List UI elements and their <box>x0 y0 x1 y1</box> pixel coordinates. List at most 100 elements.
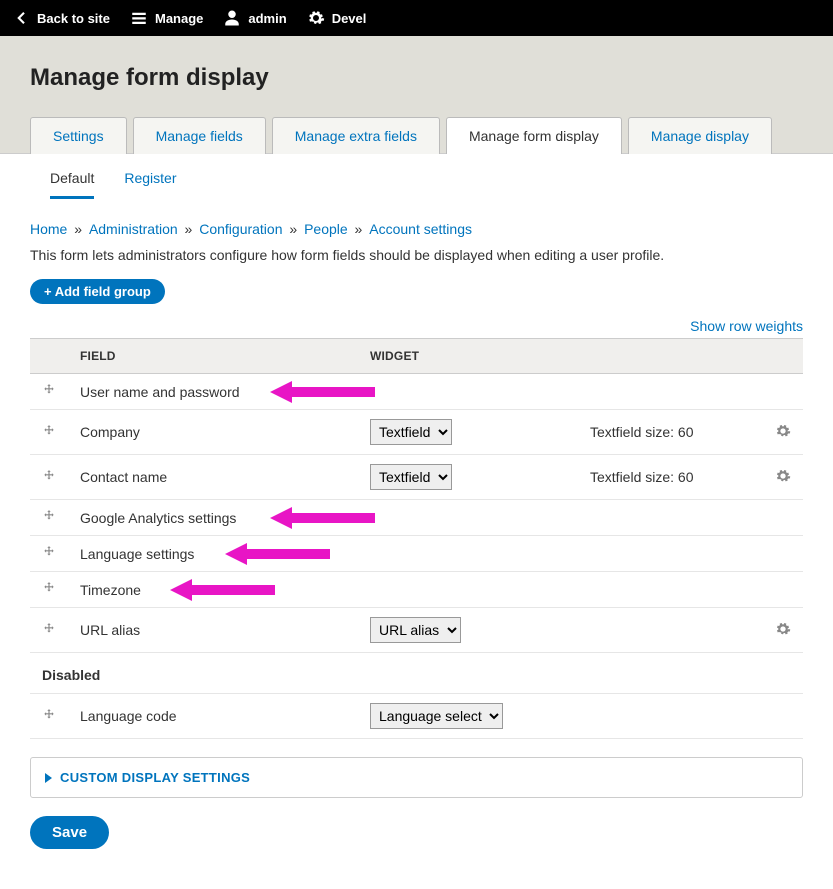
user-icon <box>223 9 241 27</box>
table-row: Timezone <box>30 572 803 608</box>
field-display-table: FIELD WIDGET User name and passwordCompa… <box>30 338 803 739</box>
admin-toolbar: Back to site Manage admin Devel <box>0 0 833 36</box>
field-label: Timezone <box>68 572 358 608</box>
drag-handle-icon[interactable] <box>30 694 68 739</box>
drag-handle-icon[interactable] <box>30 500 68 536</box>
disabled-section-row: Disabled <box>30 653 803 694</box>
table-row: Contact name Textfield Textfield size: 60 <box>30 455 803 500</box>
custom-display-label: CUSTOM DISPLAY SETTINGS <box>60 770 250 785</box>
save-button[interactable]: Save <box>30 816 109 849</box>
gear-icon <box>307 9 325 27</box>
widget-cell <box>358 500 578 536</box>
primary-tab-0[interactable]: Settings <box>30 117 127 154</box>
settings-cog[interactable] <box>748 410 803 455</box>
widget-select[interactable]: Textfield <box>370 419 452 445</box>
field-label: Company <box>68 410 358 455</box>
field-label: Language code <box>68 694 358 739</box>
table-row: Language code Language select <box>30 694 803 739</box>
chevron-left-icon <box>12 9 30 27</box>
widget-select[interactable]: URL alias <box>370 617 461 643</box>
devel-label: Devel <box>332 11 367 26</box>
back-to-site-label: Back to site <box>37 11 110 26</box>
col-header-field: FIELD <box>68 339 358 374</box>
primary-tab-4[interactable]: Manage display <box>628 117 772 154</box>
field-label: Language settings <box>68 536 358 572</box>
drag-handle-icon[interactable] <box>30 455 68 500</box>
field-label: Google Analytics settings <box>68 500 358 536</box>
table-row: Language settings <box>30 536 803 572</box>
settings-cog[interactable] <box>748 455 803 500</box>
show-row-weights: Show row weights <box>30 318 803 334</box>
breadcrumb-link[interactable]: Home <box>30 221 67 237</box>
table-row: Company Textfield Textfield size: 60 <box>30 410 803 455</box>
primary-tab-1[interactable]: Manage fields <box>133 117 266 154</box>
breadcrumb-sep: » <box>348 221 370 237</box>
breadcrumb-link[interactable]: Account settings <box>369 221 472 237</box>
breadcrumb-sep: » <box>67 221 89 237</box>
breadcrumb-sep: » <box>283 221 305 237</box>
manage-menu[interactable]: Manage <box>130 9 203 27</box>
user-label: admin <box>248 11 286 26</box>
widget-summary: Textfield size: 60 <box>578 455 748 500</box>
breadcrumb-link[interactable]: Configuration <box>199 221 282 237</box>
settings-cog <box>748 694 803 739</box>
secondary-tab-0[interactable]: Default <box>50 170 94 199</box>
widget-summary: Textfield size: 60 <box>578 410 748 455</box>
table-row: User name and password <box>30 374 803 410</box>
settings-cog <box>748 374 803 410</box>
page-title: Manage form display <box>30 64 803 92</box>
widget-cell: URL alias <box>358 608 578 653</box>
field-label: Contact name <box>68 455 358 500</box>
field-table-wrapper: FIELD WIDGET User name and passwordCompa… <box>30 338 803 739</box>
disabled-section-label: Disabled <box>30 653 803 694</box>
widget-summary <box>578 536 748 572</box>
drag-handle-icon[interactable] <box>30 536 68 572</box>
custom-display-summary[interactable]: CUSTOM DISPLAY SETTINGS <box>31 758 802 797</box>
drag-handle-icon[interactable] <box>30 374 68 410</box>
primary-tab-2[interactable]: Manage extra fields <box>272 117 440 154</box>
settings-cog <box>748 536 803 572</box>
breadcrumb-sep: » <box>178 221 200 237</box>
table-row: Google Analytics settings <box>30 500 803 536</box>
widget-cell <box>358 536 578 572</box>
user-menu[interactable]: admin <box>223 9 286 27</box>
secondary-tab-1[interactable]: Register <box>124 170 176 199</box>
devel-menu[interactable]: Devel <box>307 9 367 27</box>
widget-cell <box>358 572 578 608</box>
caret-right-icon <box>45 773 52 783</box>
drag-handle-icon[interactable] <box>30 572 68 608</box>
settings-cog <box>748 572 803 608</box>
widget-summary <box>578 374 748 410</box>
primary-tab-3[interactable]: Manage form display <box>446 117 622 154</box>
drag-handle-icon[interactable] <box>30 608 68 653</box>
breadcrumb-link[interactable]: People <box>304 221 348 237</box>
settings-cog[interactable] <box>748 608 803 653</box>
hamburger-icon <box>130 9 148 27</box>
manage-label: Manage <box>155 11 203 26</box>
add-field-group-button[interactable]: + Add field group <box>30 279 165 304</box>
page-description: This form lets administrators configure … <box>30 247 803 263</box>
widget-select[interactable]: Language select <box>370 703 503 729</box>
primary-tabs: SettingsManage fieldsManage extra fields… <box>30 116 803 153</box>
page-content: Default Register Home » Administration » … <box>0 153 833 879</box>
table-row: URL alias URL alias <box>30 608 803 653</box>
widget-summary <box>578 608 748 653</box>
widget-cell: Language select <box>358 694 578 739</box>
secondary-tabs: Default Register <box>30 154 803 199</box>
widget-cell: Textfield <box>358 455 578 500</box>
settings-cog <box>748 500 803 536</box>
widget-summary <box>578 500 748 536</box>
breadcrumb-link[interactable]: Administration <box>89 221 178 237</box>
widget-cell: Textfield <box>358 410 578 455</box>
show-row-weights-link[interactable]: Show row weights <box>690 318 803 334</box>
widget-select[interactable]: Textfield <box>370 464 452 490</box>
widget-summary <box>578 572 748 608</box>
field-label: User name and password <box>68 374 358 410</box>
col-header-widget: WIDGET <box>358 339 578 374</box>
widget-cell <box>358 374 578 410</box>
field-label: URL alias <box>68 608 358 653</box>
drag-handle-icon[interactable] <box>30 410 68 455</box>
custom-display-settings[interactable]: CUSTOM DISPLAY SETTINGS <box>30 757 803 798</box>
breadcrumb: Home » Administration » Configuration » … <box>30 199 803 247</box>
back-to-site-link[interactable]: Back to site <box>12 9 110 27</box>
